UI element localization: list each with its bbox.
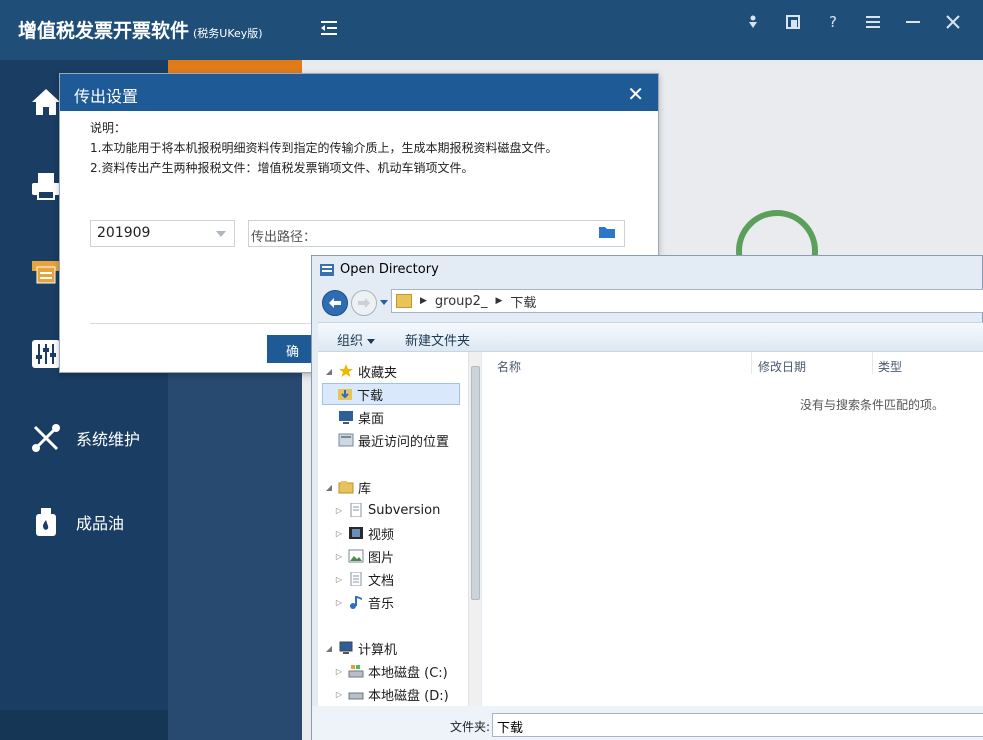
column-header-modified[interactable]: 修改日期 <box>758 358 806 375</box>
history-dropdown-icon[interactable] <box>380 300 388 305</box>
column-header-name[interactable]: 名称 <box>497 358 521 375</box>
drive-icon <box>348 664 364 678</box>
nav-pictures[interactable]: ▷ 图片 <box>334 545 394 567</box>
collapse-arrow-icon[interactable]: ▷ <box>334 575 344 584</box>
nav-documents[interactable]: ▷ 文档 <box>334 568 394 590</box>
file-list: 名称 修改日期 类型 没有与搜索条件匹配的项。 <box>482 352 983 706</box>
active-tab-indicator <box>168 60 302 74</box>
nav-drive-c[interactable]: ▷ 本地磁盘 (C:) <box>334 660 448 682</box>
music-icon <box>348 595 364 609</box>
nav-computer[interactable]: ◢ 计算机 <box>324 637 397 659</box>
tools-icon <box>26 418 66 458</box>
dialog-toolbar: 组织 新建文件夹 <box>318 322 983 352</box>
window-controls: ? <box>733 10 973 34</box>
app-header: 增值税发票开票软件 (税务UKey版) ? <box>0 0 983 60</box>
dialog-footer: 文件夹: 下载 <box>312 706 983 740</box>
download-icon[interactable] <box>733 10 773 34</box>
expand-arrow-icon[interactable]: ◢ <box>324 367 334 376</box>
collapse-arrow-icon[interactable]: ▷ <box>334 690 344 699</box>
sidebar-footer <box>0 710 168 740</box>
download-folder-icon <box>337 387 353 401</box>
dialog-title: 传出设置 <box>74 87 139 106</box>
dialog-description: 说明： 1.本功能用于将本机报税明细资料传到指定的传输介质上，生成本期报税资料磁… <box>90 118 557 178</box>
breadcrumb-group2[interactable]: group2_ <box>435 294 488 309</box>
nav-libraries[interactable]: ◢ 库 <box>324 476 371 498</box>
expand-arrow-icon[interactable]: ◢ <box>324 483 334 492</box>
nav-videos[interactable]: ▷ 视频 <box>334 522 394 544</box>
library-icon <box>338 480 354 494</box>
new-folder-button[interactable]: 新建文件夹 <box>405 330 470 349</box>
dialog-close-icon[interactable]: ✕ <box>627 82 644 106</box>
collapse-arrow-icon[interactable]: ▷ <box>334 667 344 676</box>
nav-drive-d[interactable]: ▷ 本地磁盘 (D:) <box>334 683 449 705</box>
oil-can-icon <box>26 502 66 542</box>
nav-music[interactable]: ▷ 音乐 <box>334 591 394 613</box>
organize-button[interactable]: 组织 <box>337 330 376 349</box>
back-arrow-icon[interactable] <box>322 290 348 316</box>
help-icon[interactable]: ? <box>813 10 853 34</box>
scrollbar-thumb[interactable] <box>471 366 480 600</box>
export-path-input[interactable]: 传出路径： <box>248 220 625 247</box>
nav-downloads[interactable]: 下载 <box>322 383 460 405</box>
app-subtitle: (税务UKey版) <box>193 27 263 40</box>
minimize-icon[interactable] <box>893 10 933 34</box>
drive-icon <box>348 687 364 701</box>
computer-icon <box>338 641 354 655</box>
star-icon <box>338 364 354 378</box>
export-path-placeholder: 传出路径： <box>251 230 317 245</box>
picture-icon <box>348 549 364 563</box>
collapse-arrow-icon[interactable]: ▷ <box>334 529 344 538</box>
collapse-arrow-icon[interactable]: ▷ <box>334 598 344 607</box>
desc-line-2: 2.资料传出产生两种报税文件：增值税发票销项文件、机动车销项文件。 <box>90 161 474 175</box>
open-directory-dialog: Open Directory ▶ group2_ ▶ 下载 组织 新建文件夹 ◢… <box>311 255 983 740</box>
chevron-down-icon <box>367 339 376 344</box>
nav-subversion[interactable]: ▷ Subversion <box>334 499 440 521</box>
column-divider <box>872 352 873 374</box>
desc-heading: 说明： <box>90 121 127 135</box>
expand-arrow-icon[interactable]: ◢ <box>324 644 334 653</box>
column-header-type[interactable]: 类型 <box>878 358 902 375</box>
period-value: 201909 <box>97 225 151 241</box>
folder-open-icon[interactable] <box>598 225 616 239</box>
dialog-header: 传出设置 ✕ <box>60 74 658 111</box>
forward-arrow-icon[interactable] <box>351 290 377 316</box>
breadcrumb-downloads[interactable]: 下载 <box>510 292 536 311</box>
desc-line-1: 1.本功能用于将本机报税明细资料传到指定的传输介质上，生成本期报税资料磁盘文件。 <box>90 141 558 155</box>
desktop-icon <box>338 410 354 424</box>
address-bar[interactable]: ▶ group2_ ▶ 下载 <box>391 289 983 313</box>
nav-recent-places[interactable]: 最近访问的位置 <box>324 429 449 451</box>
open-directory-title: Open Directory <box>340 262 439 277</box>
documents-icon <box>348 571 364 587</box>
nav-scrollbar[interactable] <box>468 352 481 706</box>
folder-icon <box>396 294 412 308</box>
close-icon[interactable] <box>933 10 973 34</box>
app-title: 增值税发票开票软件 (税务UKey版) <box>18 20 263 42</box>
navigation-pane: ◢ 收藏夹 下载 桌面 最近访问的位置 ◢ 库 ▷ Subversion ▷ 视… <box>318 352 481 706</box>
collapse-arrow-icon[interactable]: ▷ <box>334 506 344 515</box>
period-select[interactable]: 201909 <box>90 220 235 247</box>
column-divider <box>751 352 752 374</box>
app-window-icon <box>319 262 335 278</box>
sidebar-item-refined-oil[interactable]: 成品油 <box>0 494 168 550</box>
collapse-sidebar-icon[interactable] <box>320 20 340 40</box>
folder-name-input[interactable]: 下载 <box>492 713 983 737</box>
folder-label: 文件夹: <box>450 720 491 734</box>
sidebar-item-system-maintenance[interactable]: 系统维护 <box>0 410 168 466</box>
breadcrumb-separator: ▶ <box>495 296 503 306</box>
empty-folder-message: 没有与搜索条件匹配的项。 <box>800 398 945 412</box>
recent-places-icon <box>338 433 354 447</box>
menu-icon[interactable] <box>853 10 893 34</box>
window-icon[interactable] <box>773 10 813 34</box>
nav-desktop[interactable]: 桌面 <box>324 406 384 428</box>
breadcrumb-separator: ▶ <box>420 296 427 306</box>
video-icon <box>348 526 364 540</box>
nav-favorites[interactable]: ◢ 收藏夹 <box>324 360 397 382</box>
document-icon <box>348 502 364 518</box>
collapse-arrow-icon[interactable]: ▷ <box>334 552 344 561</box>
chevron-down-icon <box>216 231 226 237</box>
